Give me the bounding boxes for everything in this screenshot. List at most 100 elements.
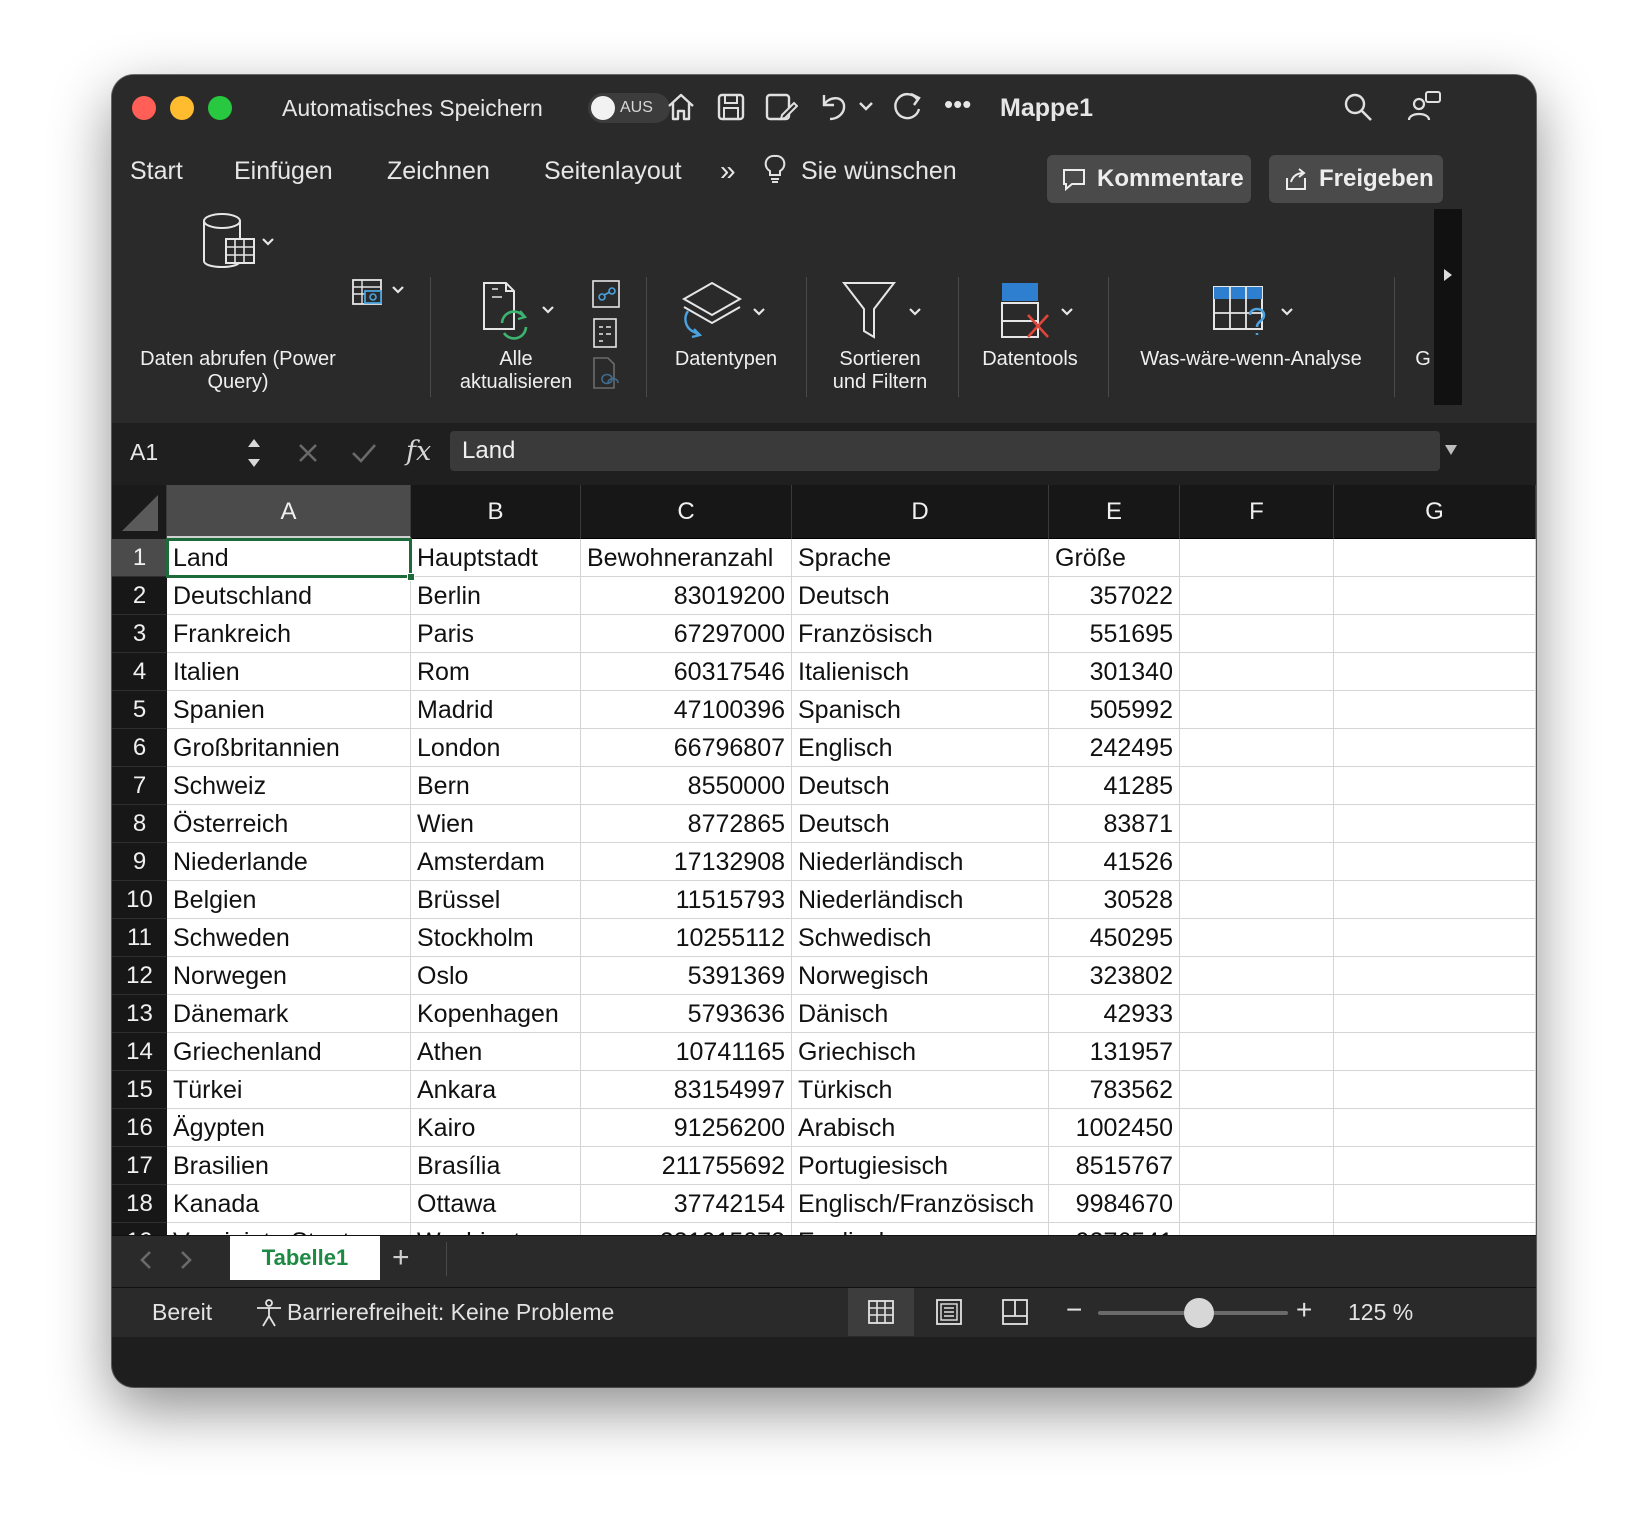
- table-cell[interactable]: [1334, 919, 1536, 957]
- table-cell[interactable]: Brasilien: [167, 1147, 411, 1185]
- table-cell[interactable]: [1180, 539, 1334, 577]
- zoom-slider-knob[interactable]: [1183, 1298, 1214, 1328]
- row-header[interactable]: 6: [112, 729, 167, 767]
- column-header-c[interactable]: C: [581, 485, 792, 539]
- table-cell[interactable]: [1334, 767, 1536, 805]
- table-cell[interactable]: Brasília: [411, 1147, 581, 1185]
- table-cell[interactable]: 11515793: [581, 881, 792, 919]
- confirm-icon[interactable]: [350, 441, 378, 465]
- table-cell[interactable]: [1334, 843, 1536, 881]
- table-cell[interactable]: Türkei: [167, 1071, 411, 1109]
- table-cell[interactable]: Stockholm: [411, 919, 581, 957]
- table-cell[interactable]: Österreich: [167, 805, 411, 843]
- table-cell[interactable]: 91256200: [581, 1109, 792, 1147]
- table-cell[interactable]: Belgien: [167, 881, 411, 919]
- share-button[interactable]: Freigeben: [1269, 155, 1443, 203]
- table-cell[interactable]: Berlin: [411, 577, 581, 615]
- column-header-e[interactable]: E: [1049, 485, 1180, 539]
- table-cell[interactable]: [1180, 1033, 1334, 1071]
- table-cell[interactable]: [1180, 691, 1334, 729]
- table-cell[interactable]: 8772865: [581, 805, 792, 843]
- select-all-button[interactable]: [112, 485, 167, 539]
- table-cell[interactable]: 505992: [1049, 691, 1180, 729]
- table-cell[interactable]: Ägypten: [167, 1109, 411, 1147]
- table-cell[interactable]: Madrid: [411, 691, 581, 729]
- table-cell[interactable]: [1180, 957, 1334, 995]
- table-cell[interactable]: [1334, 653, 1536, 691]
- table-cell[interactable]: 301340: [1049, 653, 1180, 691]
- table-cell[interactable]: Arabisch: [792, 1109, 1049, 1147]
- table-cell[interactable]: Bewohneranzahl: [581, 539, 792, 577]
- table-cell[interactable]: [1334, 577, 1536, 615]
- row-header[interactable]: 8: [112, 805, 167, 843]
- table-cell[interactable]: Deutsch: [792, 767, 1049, 805]
- properties-icon[interactable]: [590, 317, 624, 349]
- table-cell[interactable]: Italien: [167, 653, 411, 691]
- save-icon[interactable]: [715, 91, 747, 123]
- table-cell[interactable]: 357022: [1049, 577, 1180, 615]
- table-cell[interactable]: Deutsch: [792, 805, 1049, 843]
- table-cell[interactable]: [1180, 1185, 1334, 1223]
- fill-handle[interactable]: [407, 573, 415, 581]
- table-cell[interactable]: 47100396: [581, 691, 792, 729]
- table-cell[interactable]: Niederländisch: [792, 881, 1049, 919]
- edit-links-icon[interactable]: [590, 355, 624, 391]
- table-cell[interactable]: [1334, 805, 1536, 843]
- redo-icon[interactable]: [889, 89, 925, 125]
- table-cell[interactable]: 5391369: [581, 957, 792, 995]
- table-cell[interactable]: [1334, 539, 1536, 577]
- table-cell[interactable]: Großbritannien: [167, 729, 411, 767]
- table-cell[interactable]: [1180, 767, 1334, 805]
- table-cell[interactable]: Paris: [411, 615, 581, 653]
- table-cell[interactable]: 242495: [1049, 729, 1180, 767]
- table-cell[interactable]: Dänemark: [167, 995, 411, 1033]
- table-cell[interactable]: 83019200: [581, 577, 792, 615]
- table-cell[interactable]: [1334, 1033, 1536, 1071]
- more-icon[interactable]: •••: [944, 75, 971, 137]
- cancel-icon[interactable]: [296, 441, 320, 465]
- close-window-button[interactable]: [132, 96, 156, 120]
- column-header-f[interactable]: F: [1180, 485, 1334, 539]
- ribbon-scroll-right[interactable]: [1434, 209, 1462, 405]
- zoom-window-button[interactable]: [208, 96, 232, 120]
- page-layout-view-button[interactable]: [916, 1288, 982, 1336]
- table-cell[interactable]: Kairo: [411, 1109, 581, 1147]
- row-header[interactable]: 9: [112, 843, 167, 881]
- tab-zeichnen[interactable]: Zeichnen: [387, 141, 490, 201]
- tab-start[interactable]: Start: [130, 141, 183, 201]
- table-cell[interactable]: Kopenhagen: [411, 995, 581, 1033]
- table-cell[interactable]: Sprache: [792, 539, 1049, 577]
- home-icon[interactable]: [665, 91, 697, 123]
- table-cell[interactable]: Ottawa: [411, 1185, 581, 1223]
- table-cell[interactable]: Deutschland: [167, 577, 411, 615]
- table-cell[interactable]: 37742154: [581, 1185, 792, 1223]
- table-cell[interactable]: 211755692: [581, 1147, 792, 1185]
- table-cell[interactable]: Niederländisch: [792, 843, 1049, 881]
- table-cell[interactable]: Schweden: [167, 919, 411, 957]
- table-cell[interactable]: 1002450: [1049, 1109, 1180, 1147]
- table-cell[interactable]: [1334, 1147, 1536, 1185]
- table-cell[interactable]: [1180, 1071, 1334, 1109]
- more-tabs-button[interactable]: »: [720, 141, 736, 201]
- column-header-a[interactable]: A: [167, 485, 411, 539]
- tell-me-search[interactable]: Sie wünschen: [801, 141, 957, 201]
- from-picture-icon[interactable]: [351, 277, 407, 309]
- row-header[interactable]: 11: [112, 919, 167, 957]
- table-cell[interactable]: Frankreich: [167, 615, 411, 653]
- row-header[interactable]: 13: [112, 995, 167, 1033]
- name-box-stepper-icon[interactable]: [246, 435, 262, 471]
- table-cell[interactable]: 41285: [1049, 767, 1180, 805]
- table-cell[interactable]: Bern: [411, 767, 581, 805]
- table-cell[interactable]: 131957: [1049, 1033, 1180, 1071]
- table-cell[interactable]: 41526: [1049, 843, 1180, 881]
- table-cell[interactable]: [1334, 729, 1536, 767]
- table-cell[interactable]: Englisch/Französisch: [792, 1185, 1049, 1223]
- expand-formula-icon[interactable]: [1444, 443, 1458, 457]
- table-cell[interactable]: Türkisch: [792, 1071, 1049, 1109]
- table-cell[interactable]: Schweiz: [167, 767, 411, 805]
- table-cell[interactable]: Wien: [411, 805, 581, 843]
- table-cell[interactable]: 783562: [1049, 1071, 1180, 1109]
- table-cell[interactable]: Niederlande: [167, 843, 411, 881]
- table-cell[interactable]: 83871: [1049, 805, 1180, 843]
- table-cell[interactable]: 450295: [1049, 919, 1180, 957]
